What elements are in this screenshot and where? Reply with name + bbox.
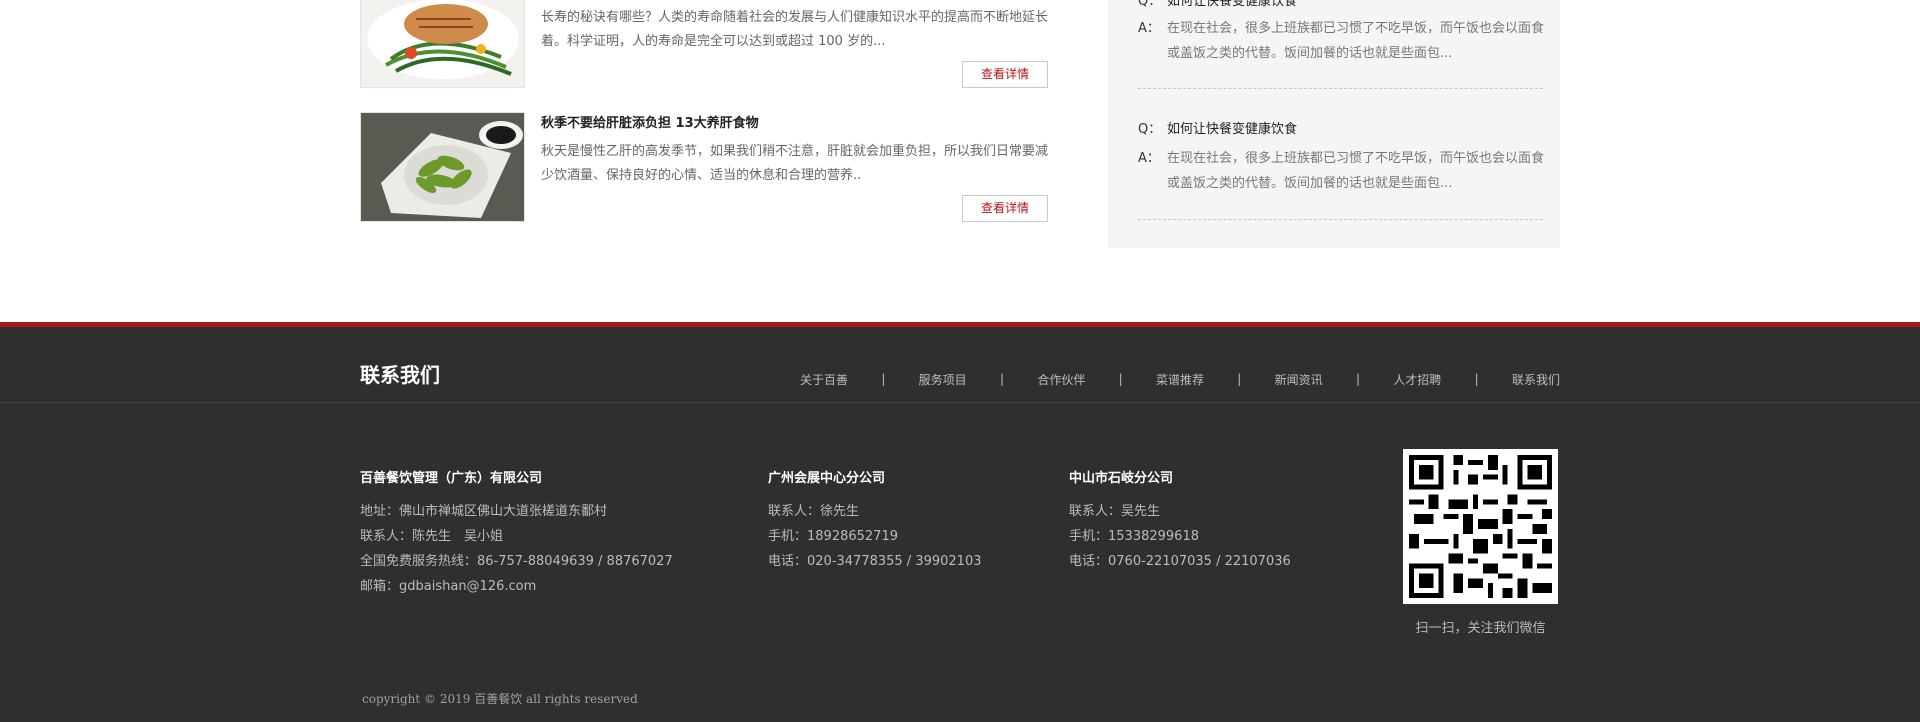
nav-separator: | xyxy=(1474,372,1479,386)
faq-answer: A： 在现在社会，很多上班族都已习惯了不吃早饭，而午饭也会以面食或盖饭之类的代替… xyxy=(1138,16,1544,66)
nav-separator: | xyxy=(1355,372,1360,386)
content-area: 长寿的秘诀有哪些？人类的寿命随着社会的发展与人们健康知识水平的提高而不断地延长着… xyxy=(0,0,1920,322)
faq-answer: A： 在现在社会，很多上班族都已习惯了不吃早饭，而午饭也会以面食或盖饭之类的代替… xyxy=(1138,146,1544,196)
footer-nav-recipes[interactable]: 菜谱推荐 xyxy=(1156,371,1204,388)
news-description: 秋天是慢性乙肝的高发季节，如果我们稍不注意，肝脏就会加重负担，所以我们日常要减少… xyxy=(541,144,1049,183)
question-label: Q： xyxy=(1138,0,1162,9)
footer-nav-services[interactable]: 服务项目 xyxy=(919,371,967,388)
footer-nav: 关于百善 | 服务项目 | 合作伙伴 | 菜谱推荐 | 新闻资讯 | 人才招聘 … xyxy=(800,369,1560,389)
phone-line: 电话：020-34778355 / 39902103 xyxy=(768,554,982,569)
question-text[interactable]: 如何让快餐变健康饮食 xyxy=(1167,122,1297,137)
mobile-line: 手机：15338299618 xyxy=(1069,529,1199,544)
nav-separator: | xyxy=(999,372,1005,386)
footer-divider xyxy=(0,402,1920,403)
email-line[interactable]: 邮箱：gdbaishan@126.com xyxy=(360,574,673,599)
news-item[interactable]: 长寿的秘诀有哪些？人类的寿命随着社会的发展与人们健康知识水平的提高而不断地延长着… xyxy=(360,0,1050,88)
view-details-button[interactable]: 查看详情 xyxy=(962,61,1048,88)
faq-question[interactable]: Q： 如何让快餐变健康饮食 xyxy=(1138,118,1543,137)
question-label: Q： xyxy=(1138,122,1162,137)
copyright-text: copyright © 2019 百善餐饮 all rights reserve… xyxy=(362,692,638,706)
contact-person-line: 联系人：陈先生 吴小姐 xyxy=(360,529,504,544)
wechat-qr-code xyxy=(1403,449,1558,604)
footer-nav-contact[interactable]: 联系我们 xyxy=(1512,371,1560,388)
footer-nav-partners[interactable]: 合作伙伴 xyxy=(1037,371,1085,388)
mobile-line: 手机：18928652719 xyxy=(768,529,898,544)
faq-divider xyxy=(1138,88,1543,89)
company-contact-guangzhou: 广州会展中心分公司 联系人：徐先生 手机：18928652719 电话：020-… xyxy=(768,467,982,574)
answer-label: A： xyxy=(1138,151,1160,166)
footer-nav-about[interactable]: 关于百善 xyxy=(800,371,848,388)
faq-divider xyxy=(1138,219,1543,220)
nav-separator: | xyxy=(881,372,886,386)
company-name: 百善餐饮管理（广东）有限公司 xyxy=(360,471,543,486)
company-contact-main: 百善餐饮管理（广东）有限公司 地址：佛山市禅城区佛山大道张槎道东鄱村 联系人：陈… xyxy=(360,467,673,599)
answer-label: A： xyxy=(1138,21,1160,36)
salmon-dish-image[interactable] xyxy=(360,0,525,88)
address-line: 地址：佛山市禅城区佛山大道张槎道东鄱村 xyxy=(360,504,608,519)
nav-separator: | xyxy=(1118,372,1123,386)
company-name: 广州会展中心分公司 xyxy=(768,471,886,486)
faq-panel: Q： 如何让快餐变健康饮食 A： 在现在社会，很多上班族都已习惯了不吃早饭，而午饭… xyxy=(1108,0,1560,248)
news-item[interactable]: 秋季不要给肝脏添负担 13大养肝食物 秋天是慢性乙肝的高发季节，如果我们稍不注意… xyxy=(360,112,1050,222)
nav-separator: | xyxy=(1237,372,1242,386)
footer-title: 联系我们 xyxy=(360,363,440,387)
phone-line: 电话：0760-22107035 / 22107036 xyxy=(1069,554,1291,569)
company-name: 中山市石岐分公司 xyxy=(1069,471,1174,486)
contact-person-line: 联系人：吴先生 xyxy=(1069,504,1161,519)
contact-person-line: 联系人：徐先生 xyxy=(768,504,860,519)
company-contact-zhongshan: 中山市石岐分公司 联系人：吴先生 手机：15338299618 电话：0760-… xyxy=(1069,467,1291,574)
hotline-line: 全国免费服务热线：86-757-88049639 / 88767027 xyxy=(360,554,673,569)
answer-text: 在现在社会，很多上班族都已习惯了不吃早饭，而午饭也会以面食或盖饭之类的代替。饭间… xyxy=(1167,21,1545,61)
news-title[interactable]: 秋季不要给肝脏添负担 13大养肝食物 xyxy=(541,112,759,131)
faq-question[interactable]: Q： 如何让快餐变健康饮食 xyxy=(1138,0,1543,9)
view-details-button[interactable]: 查看详情 xyxy=(962,195,1048,222)
footer-nav-news[interactable]: 新闻资讯 xyxy=(1275,371,1323,388)
qr-caption: 扫一扫，关注我们微信 xyxy=(1415,621,1546,636)
qr-code-icon xyxy=(1409,455,1552,598)
edamame-dish-image[interactable] xyxy=(360,112,525,222)
news-description: 长寿的秘诀有哪些？人类的寿命随着社会的发展与人们健康知识水平的提高而不断地延长着… xyxy=(541,10,1049,49)
footer-nav-careers[interactable]: 人才招聘 xyxy=(1393,371,1441,388)
question-text[interactable]: 如何让快餐变健康饮食 xyxy=(1167,0,1297,9)
footer: 联系我们 关于百善 | 服务项目 | 合作伙伴 | 菜谱推荐 | 新闻资讯 | … xyxy=(0,322,1920,722)
answer-text: 在现在社会，很多上班族都已习惯了不吃早饭，而午饭也会以面食或盖饭之类的代替。饭间… xyxy=(1167,151,1545,191)
